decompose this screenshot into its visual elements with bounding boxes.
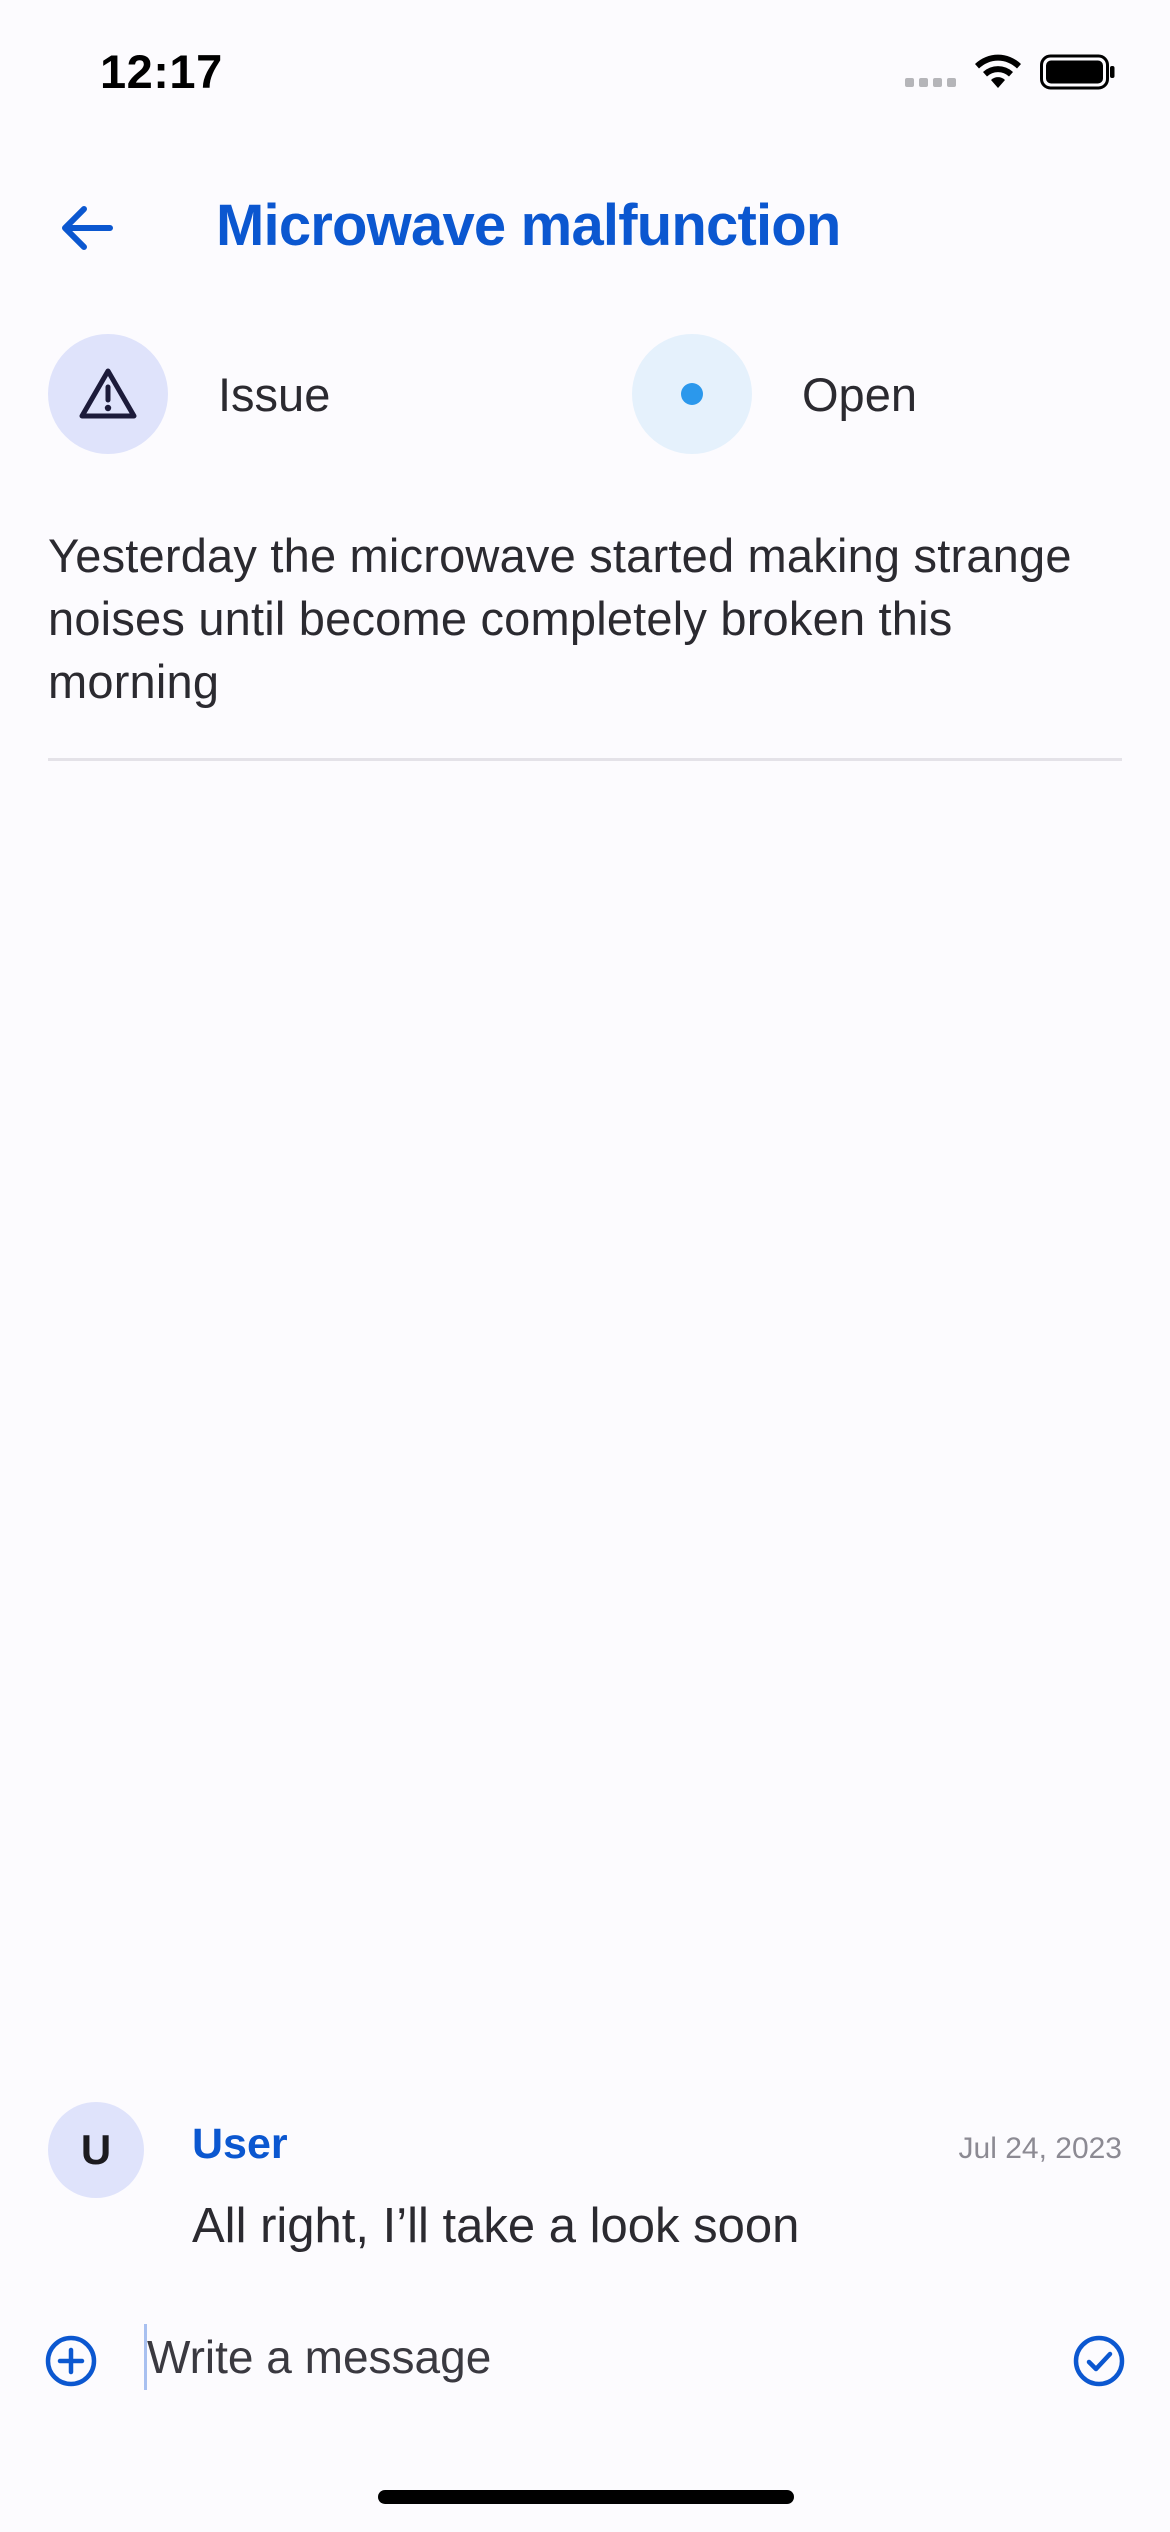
status-bar: 12:17 bbox=[0, 0, 1170, 150]
ticket-type-label: Issue bbox=[218, 367, 331, 421]
home-indicator bbox=[378, 2490, 794, 2504]
message-author: User bbox=[192, 2120, 288, 2168]
ticket-status-icon-circle bbox=[632, 334, 752, 454]
cellular-signal-icon bbox=[905, 57, 956, 87]
message-input[interactable] bbox=[144, 2324, 1047, 2390]
status-icons bbox=[905, 52, 1116, 92]
divider bbox=[48, 758, 1122, 761]
ticket-meta: Issue Open bbox=[48, 332, 1122, 456]
avatar: U bbox=[48, 2102, 144, 2198]
message-text: All right, I’ll take a look soon bbox=[192, 2199, 800, 2253]
attach-button[interactable] bbox=[38, 2328, 104, 2394]
ticket-type-icon-circle bbox=[48, 334, 168, 454]
ticket-status-chip: Open bbox=[632, 332, 917, 456]
check-circle-icon bbox=[1073, 2335, 1125, 2387]
ticket-status-label: Open bbox=[802, 367, 917, 421]
message-date: Jul 24, 2023 bbox=[958, 2132, 1122, 2165]
ticket-description: Yesterday the microwave started making s… bbox=[48, 529, 1072, 708]
plus-circle-icon bbox=[45, 2335, 97, 2387]
arrow-left-icon bbox=[62, 206, 113, 250]
warning-triangle-icon bbox=[79, 368, 137, 419]
message-item: U User Jul 24, 2023 All right, I’ll take… bbox=[48, 2102, 1122, 2262]
wifi-icon bbox=[975, 54, 1021, 88]
message-composer bbox=[0, 2312, 1170, 2402]
battery-icon bbox=[1040, 54, 1115, 90]
ticket-type-chip: Issue bbox=[48, 332, 330, 456]
app-bar: Microwave malfunction bbox=[0, 170, 1170, 280]
back-button[interactable] bbox=[48, 190, 124, 266]
status-time: 12:17 bbox=[100, 45, 223, 98]
status-dot-icon bbox=[681, 383, 703, 405]
send-button[interactable] bbox=[1066, 2328, 1132, 2394]
page-title: Microwave malfunction bbox=[216, 193, 841, 258]
